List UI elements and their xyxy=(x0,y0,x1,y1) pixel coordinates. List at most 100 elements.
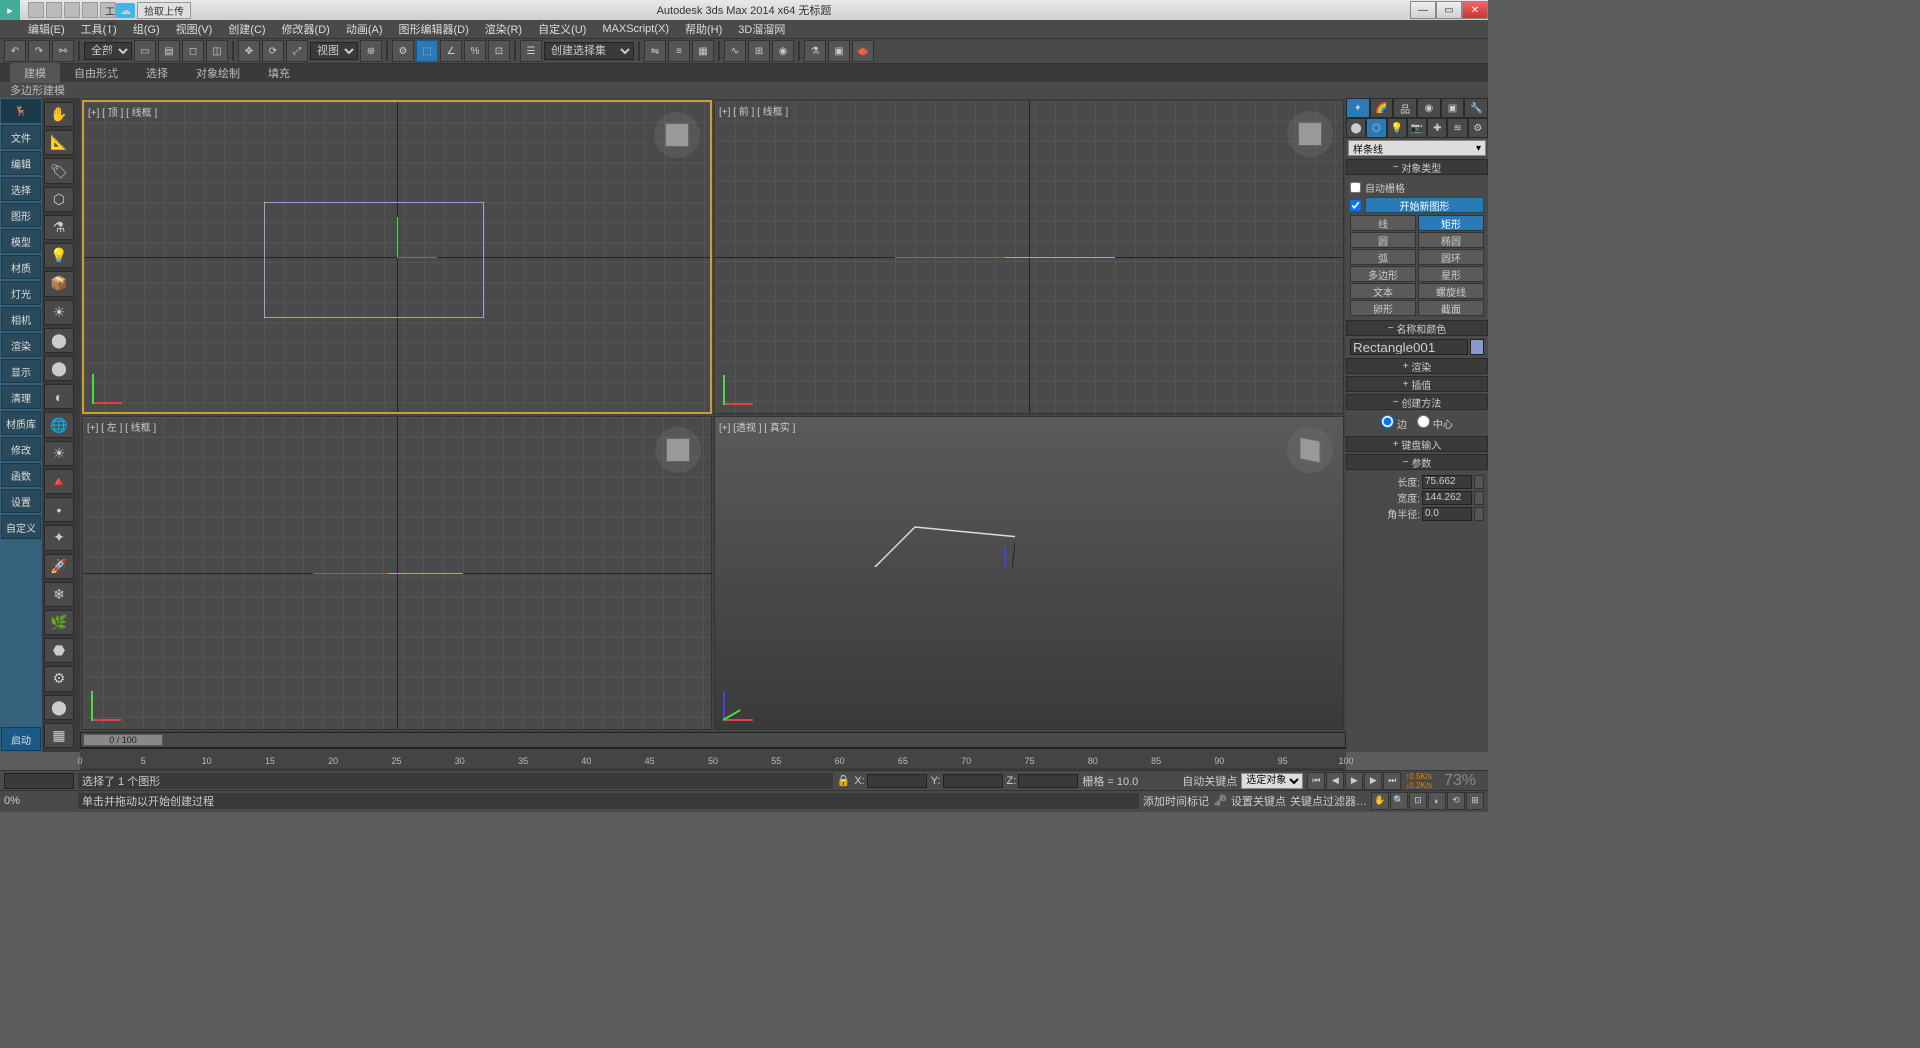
render-setup-icon[interactable]: ⚗ xyxy=(804,40,826,62)
rollout-header[interactable]: + 渲染 xyxy=(1346,358,1488,374)
layer-icon[interactable]: ▦ xyxy=(692,40,714,62)
workspace-dropdown[interactable]: 工作区: 默认 xyxy=(100,2,116,18)
left-btn[interactable]: 清理 xyxy=(1,385,41,409)
minimize-button[interactable]: — xyxy=(1410,1,1436,19)
left-btn[interactable]: 自定义 xyxy=(1,515,41,539)
ribbon-tab[interactable]: 填充 xyxy=(254,63,304,83)
pct-snap-icon[interactable]: % xyxy=(464,40,486,62)
tool-icon[interactable]: 🚀 xyxy=(44,554,74,579)
qat-btn[interactable] xyxy=(64,2,80,18)
motion-tab-icon[interactable]: ◉ xyxy=(1417,98,1441,118)
left-btn[interactable]: 文件 xyxy=(1,125,41,149)
tool-icon[interactable]: ▦ xyxy=(44,723,74,748)
ribbon-tab[interactable]: 对象绘制 xyxy=(182,63,254,83)
keyfilter-button[interactable]: 关键点过滤器… xyxy=(1290,793,1367,809)
left-btn[interactable]: 图形 xyxy=(1,203,41,227)
rect-select-icon[interactable]: ◻ xyxy=(182,40,204,62)
length-input[interactable] xyxy=(1422,475,1472,489)
viewport-label[interactable]: [+] [ 顶 ] [ 线框 ] xyxy=(88,104,157,119)
helpers-icon[interactable]: ✚ xyxy=(1427,118,1447,138)
fov-icon[interactable]: ◐ xyxy=(1428,792,1446,810)
tool-icon[interactable]: 🌿 xyxy=(44,610,74,635)
rollout-header[interactable]: − 名称和颜色 xyxy=(1346,320,1488,336)
zoom-extents-icon[interactable]: ⊡ xyxy=(1409,792,1427,810)
lights-icon[interactable]: 💡 xyxy=(1387,118,1407,138)
undo-icon[interactable]: ↶ xyxy=(4,40,26,62)
lock-icon[interactable]: 🔒 xyxy=(837,774,851,787)
render-frame-icon[interactable]: ▣ xyxy=(828,40,850,62)
tool-icon[interactable]: ⬤ xyxy=(44,328,74,353)
tool-icon[interactable]: ⬤ xyxy=(44,695,74,720)
star-button[interactable]: 星形 xyxy=(1418,266,1484,282)
left-btn[interactable]: 修改 xyxy=(1,437,41,461)
helix-button[interactable]: 螺旋线 xyxy=(1418,283,1484,299)
rotate-icon[interactable]: ⟳ xyxy=(262,40,284,62)
menu-item[interactable]: 组(G) xyxy=(125,19,168,39)
menu-item[interactable]: 编辑(E) xyxy=(20,19,73,39)
ribbon-tab[interactable]: 选择 xyxy=(132,63,182,83)
menu-item[interactable]: 动画(A) xyxy=(338,19,391,39)
zoom-icon[interactable]: 🔍 xyxy=(1390,792,1408,810)
cameras-icon[interactable]: 📷 xyxy=(1407,118,1427,138)
object-name-input[interactable] xyxy=(1350,339,1468,355)
tool-icon[interactable]: ☀ xyxy=(44,441,74,466)
startnew-check[interactable] xyxy=(1350,200,1361,211)
tool-icon[interactable]: 📐 xyxy=(44,130,74,155)
rollout-header[interactable]: − 对象类型 xyxy=(1346,159,1488,175)
ellipse-button[interactable]: 椭圆 xyxy=(1418,232,1484,248)
angle-snap-icon[interactable]: ∠ xyxy=(440,40,462,62)
width-input[interactable] xyxy=(1422,491,1472,505)
left-btn[interactable]: 灯光 xyxy=(1,281,41,305)
select-name-icon[interactable]: ▤ xyxy=(158,40,180,62)
viewport-front[interactable]: [+] [ 前 ] [ 线框 ] xyxy=(714,100,1344,414)
share-button[interactable]: 拾取上传 xyxy=(137,2,191,19)
qat-btn[interactable] xyxy=(28,2,44,18)
keymode-dropdown[interactable]: 选定对象 xyxy=(1241,773,1303,789)
corner-input[interactable] xyxy=(1422,507,1472,521)
systems-icon[interactable]: ⚙ xyxy=(1468,118,1488,138)
menu-item[interactable]: 帮助(H) xyxy=(677,19,730,39)
egg-button[interactable]: 卵形 xyxy=(1350,300,1416,316)
left-btn[interactable]: 编辑 xyxy=(1,151,41,175)
viewcube[interactable] xyxy=(654,112,700,158)
qat-btn[interactable] xyxy=(82,2,98,18)
autokey-button[interactable]: 自动关键点 xyxy=(1182,773,1237,789)
tool-icon[interactable]: 🏷 xyxy=(44,158,74,183)
schematic-icon[interactable]: ⊞ xyxy=(748,40,770,62)
spacewarps-icon[interactable]: ≋ xyxy=(1447,118,1467,138)
left-logo[interactable]: 🦌 xyxy=(1,99,41,123)
named-sel-icon[interactable]: ☰ xyxy=(520,40,542,62)
geom-icon[interactable]: ⬤ xyxy=(1346,118,1366,138)
pivot-icon[interactable]: ⊕ xyxy=(360,40,382,62)
menu-item[interactable]: 渲染(R) xyxy=(477,19,530,39)
next-frame-icon[interactable]: ▶ xyxy=(1364,772,1382,790)
left-btn[interactable]: 材质库 xyxy=(1,411,41,435)
scale-icon[interactable]: ⤢ xyxy=(286,40,308,62)
left-btn[interactable]: 设置 xyxy=(1,489,41,513)
tool-icon[interactable]: ⚗ xyxy=(44,215,74,240)
tool-icon[interactable]: • xyxy=(44,497,74,522)
z-coord-input[interactable] xyxy=(1018,774,1078,788)
menu-item[interactable]: 自定义(U) xyxy=(530,19,594,39)
rollout-header[interactable]: + 插值 xyxy=(1346,376,1488,392)
spinner[interactable] xyxy=(1474,475,1484,489)
curve-editor-icon[interactable]: ∿ xyxy=(724,40,746,62)
viewcube[interactable] xyxy=(655,427,701,473)
left-btn[interactable]: 相机 xyxy=(1,307,41,331)
key-icon[interactable]: 🗝 xyxy=(1213,794,1227,807)
arc-button[interactable]: 弧 xyxy=(1350,249,1416,265)
spinner[interactable] xyxy=(1474,491,1484,505)
selection-set[interactable]: 创建选择集 xyxy=(544,42,634,60)
mirror-icon[interactable]: ⇋ xyxy=(644,40,666,62)
time-ruler[interactable]: 0510152025303540455055606570758085909510… xyxy=(80,748,1346,768)
viewport-label[interactable]: [+] [透视 ] [ 真实 ] xyxy=(719,419,795,434)
orbit-icon[interactable]: ⟲ xyxy=(1447,792,1465,810)
menu-item[interactable]: 创建(C) xyxy=(220,19,273,39)
section-button[interactable]: 截面 xyxy=(1418,300,1484,316)
tool-icon[interactable]: 🔺 xyxy=(44,469,74,494)
spinner-snap-icon[interactable]: ⊡ xyxy=(488,40,510,62)
menu-item[interactable]: 视图(V) xyxy=(168,19,221,39)
time-thumb[interactable]: 0 / 100 xyxy=(83,734,163,746)
addmarker-button[interactable]: 添加时间标记 xyxy=(1143,793,1209,809)
tool-icon[interactable]: 💡 xyxy=(44,243,74,268)
